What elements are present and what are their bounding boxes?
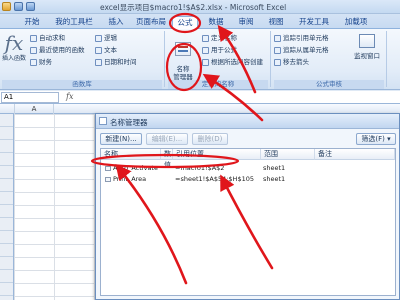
use-in-formula-button[interactable]: 用于公式 [202,45,237,55]
name-manager-icon [175,42,191,56]
office-button-icon[interactable] [2,2,11,11]
remove-arrows-button[interactable]: 移去箭头 [274,57,309,67]
text-functions-button[interactable]: 文本 [95,45,117,55]
tab-review[interactable]: 审阅 [234,16,258,29]
name-row-icon [105,165,111,171]
book-icon [95,34,102,42]
filter-button[interactable]: 筛选(F) ▾ [356,133,396,145]
name-box[interactable]: A1 [1,92,59,103]
trace-dependents-button[interactable]: 追踪从属单元格 [274,45,329,55]
autosum-button[interactable]: 自动求和 [30,33,65,43]
text-icon [95,46,102,54]
quick-access-toolbar [2,2,35,11]
refers-to-cell: =sheet1!$A$54:$H$105 [175,175,254,183]
formula-bar: A1 fx [0,91,400,104]
formula-auditing-label: 公式审核 [274,80,384,89]
formula-icon [202,46,209,54]
tab-page-layout[interactable]: 页面布局 [134,16,168,29]
edit-name-button[interactable]: 编辑(E)... [146,133,188,145]
logical-button[interactable]: 逻辑 [95,33,117,43]
column-header-a[interactable]: A [14,104,54,114]
column-header-scope[interactable]: 范围 [261,149,315,160]
create-from-selection-button[interactable]: 根据所选内容创建 [202,57,263,67]
watch-window-button[interactable]: 监视窗口 [352,34,382,60]
group-divider [386,31,387,87]
title-bar: excel显示项目$macro1!$A$2.xlsx - Microsoft E… [0,0,400,14]
name-row-icon [105,176,111,182]
arrow-icon [274,34,281,42]
column-header-name[interactable]: 名称 [101,149,161,160]
names-list[interactable]: 名称 数值 引用位置 范围 备注 Auto_Activate =macro1!$… [100,148,396,296]
tab-home[interactable]: 开始 [20,16,44,29]
row-headers[interactable] [0,114,14,300]
trace-precedents-button[interactable]: 追踪引用单元格 [274,33,329,43]
tab-view[interactable]: 视图 [264,16,288,29]
datetime-button[interactable]: 日期和时间 [95,57,137,67]
name-manager-button[interactable]: 名称 管理器 [168,34,198,81]
function-library-label: 函数库 [2,80,162,89]
refers-to-cell: =macro1!$A$2 [175,164,225,172]
fx-icon[interactable]: fx [66,92,73,101]
recent-functions-button[interactable]: 最近使用的函数 [30,45,85,55]
tab-my-toolbar[interactable]: 我的工具栏 [50,16,98,29]
defined-names-label: 定义的名称 [168,80,268,89]
group-divider [164,31,165,87]
name-cell: Print_Area [103,174,165,184]
name-manager-dialog: 名称管理器 新建(N)... 编辑(E)... 删除(D) 筛选(F) ▾ 名称… [95,113,400,300]
save-icon[interactable] [14,2,23,11]
grid-icon [202,58,209,66]
star-icon [30,46,37,54]
ribbon-tab-bar: 开始 我的工具栏 插入 页面布局 公式 数据 审阅 视图 开发工具 加载项 [0,14,400,29]
new-name-button[interactable]: 新建(N)... [100,133,142,145]
name-cell: Auto_Activate [103,163,165,173]
window-title: excel显示项目$macro1!$A$2.xlsx - Microsoft E… [100,3,287,12]
eraser-icon [274,58,281,66]
tab-data[interactable]: 数据 [204,16,228,29]
chevron-down-icon: ▾ [387,135,391,143]
column-header-refers-to[interactable]: 引用位置 [173,149,261,160]
dialog-app-icon [99,117,107,125]
insert-function-button[interactable]: fx 插入函数 [2,33,26,62]
define-name-button[interactable]: 定义名称 [202,33,237,43]
financial-button[interactable]: 财务 [30,57,52,67]
column-header-value[interactable]: 数值 [161,149,173,169]
ribbon-formulas: fx 插入函数 自动求和 最近使用的函数 财务 逻辑 文本 日期和时间 函数库 … [0,29,400,90]
arrow-icon [274,46,281,54]
dialog-title-bar[interactable]: 名称管理器 [96,114,399,129]
tag-icon [202,34,209,42]
scope-cell: sheet1 [263,175,286,183]
watch-window-icon [359,34,375,48]
book-icon [30,58,37,66]
tab-insert[interactable]: 插入 [104,16,128,29]
dialog-title: 名称管理器 [110,118,148,127]
column-header-comment[interactable]: 备注 [315,149,395,160]
delete-name-button[interactable]: 删除(D) [192,133,228,145]
clock-icon [95,58,102,66]
sigma-icon [30,34,37,42]
tab-developer[interactable]: 开发工具 [296,16,332,29]
group-divider [270,31,271,87]
undo-icon[interactable] [26,2,35,11]
fx-icon: fx [4,31,24,55]
scope-cell: sheet1 [263,164,286,172]
tab-formulas[interactable]: 公式 [172,16,198,29]
tab-add-ins[interactable]: 加载项 [340,16,372,29]
